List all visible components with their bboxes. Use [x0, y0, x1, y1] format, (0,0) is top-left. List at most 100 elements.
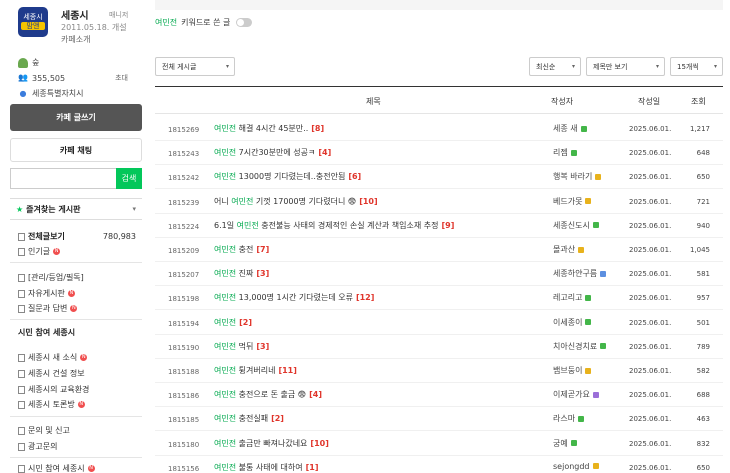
post-author[interactable]: 이제곧가요: [553, 389, 599, 400]
menu-inquiry[interactable]: 문의 및 신고: [18, 425, 142, 436]
favorite-boards-header[interactable]: ★ 즐겨찾는 게시판 ▾: [10, 198, 142, 220]
menu-sejong-news[interactable]: 세종시 새 소식 N: [18, 352, 142, 363]
author-name: 이제곧가요: [553, 390, 590, 400]
menu-popular[interactable]: 인기글 N: [18, 246, 142, 257]
author-name: 이세종이: [553, 317, 583, 327]
comment-count[interactable]: [11]: [278, 366, 296, 375]
post-title-link[interactable]: 여민전 먹뒤 [3]: [214, 341, 269, 352]
table-row[interactable]: 1815239 어니 여민전 기껏 17000명 기다렸더니 😨 [10] 베드가못 2…: [155, 190, 723, 214]
menu-qna[interactable]: 질문과 답변 N: [18, 303, 142, 314]
post-author[interactable]: 리젬: [553, 147, 577, 158]
menu-education[interactable]: 세종시의 교육환경: [18, 384, 142, 395]
comment-count[interactable]: [6]: [348, 172, 361, 181]
post-author[interactable]: 뱀브둥이: [553, 365, 592, 376]
chevron-down-icon[interactable]: ▾: [132, 205, 136, 213]
post-views: 721: [696, 197, 710, 206]
post-author[interactable]: 이세종이: [553, 317, 592, 328]
comment-count[interactable]: [2]: [239, 318, 252, 327]
post-title-link[interactable]: 여민전 7시간30분만에 성공ㅋ [4]: [214, 147, 331, 158]
table-row[interactable]: 1815190 여민전 먹뒤 [3] 치아신경치료 2025.06.01. 789: [155, 335, 723, 359]
post-author[interactable]: 라스마: [553, 413, 585, 424]
table-row[interactable]: 1815194 여민전 [2] 이세종이 2025.06.01. 501: [155, 311, 723, 335]
post-title-link[interactable]: 여민전 진짜 [3]: [214, 268, 269, 279]
post-title-link[interactable]: 여민전 해결 4시간 45분만.. [8]: [214, 123, 324, 134]
comment-count[interactable]: [1]: [306, 463, 319, 472]
sort-select[interactable]: 최신순 ▾: [529, 57, 581, 76]
member-level-icon: [578, 415, 585, 422]
table-row[interactable]: 1815269 여민전 해결 4시간 45분만.. [8] 세종 새 2025.06.0…: [155, 117, 723, 141]
post-title-link[interactable]: 여민전 13,000명 1시간 기다렸는데 오류 [12]: [214, 292, 374, 303]
table-row[interactable]: 1815207 여민전 진짜 [3] 세종하얀구름 2025.06.01. 581: [155, 262, 723, 287]
post-author[interactable]: 세종신도시: [553, 220, 599, 231]
post-author[interactable]: sejongdd: [553, 462, 599, 471]
cafe-search-input[interactable]: [10, 168, 116, 189]
post-author[interactable]: 궁예: [553, 438, 577, 449]
post-author[interactable]: 치아신경치료: [553, 341, 607, 352]
post-author[interactable]: 세종 새: [553, 123, 587, 134]
cafe-chat-button[interactable]: 카페 채팅: [10, 138, 142, 162]
menu-all-posts[interactable]: 전체글보기 780,983: [18, 231, 142, 242]
member-level-icon: [585, 198, 592, 205]
post-title-link[interactable]: 6.1일 여민전 충전불능 사태의 경제적인 손실 계산과 책임소재 추정 [9]: [214, 220, 454, 231]
post-title-link[interactable]: 여민전 [2]: [214, 317, 252, 328]
cafe-name[interactable]: 세종시: [61, 7, 89, 22]
table-row[interactable]: 1815188 여민전 튕겨버리네 [11] 뱀브둥이 2025.06.01. 582: [155, 359, 723, 383]
menu-citizen[interactable]: 시민 참여 세종시 N: [18, 463, 142, 473]
board-filter-select[interactable]: 전체 게시글 ▾: [155, 57, 235, 76]
post-title-link[interactable]: 여민전 13000명 기다렸는데..충전안됨 [6]: [214, 171, 361, 182]
post-title-link[interactable]: 어니 여민전 기껏 17000명 기다렸더니 😨 [10]: [214, 196, 378, 207]
post-title-text: 충전실패: [236, 414, 269, 424]
menu-debate[interactable]: 세종시 토론방 N: [18, 399, 142, 410]
post-author[interactable]: 몰과산: [553, 244, 585, 255]
post-author[interactable]: 베드가못: [553, 196, 592, 207]
table-row[interactable]: 1815185 여민전 충전실패 [2] 라스마 2025.06.01. 463: [155, 407, 723, 432]
post-title-link[interactable]: 여민전 충전실패 [2]: [214, 413, 284, 424]
comment-count[interactable]: [4]: [309, 390, 322, 399]
comment-count[interactable]: [8]: [311, 124, 324, 133]
menu-notice[interactable]: [관리/등업/필독]: [18, 272, 142, 283]
menu-construction-info[interactable]: 세종시 건설 정보: [18, 368, 142, 379]
comment-count[interactable]: [2]: [271, 414, 284, 423]
view-mode-select[interactable]: 제목만 보기 ▾: [586, 57, 665, 76]
table-row[interactable]: 1815209 여민전 충전 [7] 몰과산 2025.06.01. 1,045: [155, 238, 723, 262]
table-row[interactable]: 1815180 여민전 출금만 빠져나갔네요 [10] 궁예 2025.06.01. 83…: [155, 432, 723, 456]
keyword-toggle[interactable]: [236, 18, 253, 27]
post-title-text: 튕겨버리네: [236, 366, 276, 375]
post-title-link[interactable]: 여민전 튕겨버리네 [11]: [214, 365, 297, 376]
post-title-link[interactable]: 여민전 충전 [7]: [214, 244, 269, 255]
post-date: 2025.06.01.: [629, 270, 672, 279]
comment-count[interactable]: [9]: [441, 221, 454, 230]
post-author[interactable]: 행복 바라기: [553, 171, 602, 182]
comment-count[interactable]: [7]: [256, 245, 269, 254]
cafe-search-button[interactable]: 검색: [116, 168, 142, 189]
table-row[interactable]: 1815243 여민전 7시간30분만에 성공ㅋ [4] 리젬 2025.06.01. 6…: [155, 141, 723, 166]
cafe-intro-link[interactable]: 카페소개: [61, 34, 90, 45]
post-author[interactable]: 레고리고: [553, 292, 592, 303]
invite-link[interactable]: 초대: [115, 73, 128, 83]
table-row[interactable]: 1815198 여민전 13,000명 1시간 기다렸는데 오류 [12] 레고리고 2…: [155, 286, 723, 311]
post-title-link[interactable]: 여민전 불통 사태에 대하여 [1]: [214, 462, 319, 473]
comment-count[interactable]: [12]: [356, 293, 374, 302]
comment-count[interactable]: [4]: [318, 148, 331, 157]
comment-count[interactable]: [10]: [310, 439, 328, 448]
board-icon: [18, 426, 25, 435]
menu-free-board[interactable]: 자유게시판 N: [18, 288, 142, 299]
table-row[interactable]: 1815186 여민전 충전으로 돈 출금 😨 [4] 이제곧가요 2025.06.01…: [155, 383, 723, 408]
table-row[interactable]: 1815242 여민전 13000명 기다렸는데..충전안됨 [6] 행복 바라기 20…: [155, 165, 723, 190]
post-author[interactable]: 세종하얀구름: [553, 268, 607, 279]
new-badge-icon: N: [67, 290, 75, 297]
comment-count[interactable]: [3]: [256, 342, 269, 351]
table-row[interactable]: 1815156 여민전 불통 사태에 대하여 [1] sejongdd 2025.06.…: [155, 456, 723, 473]
comment-count[interactable]: [3]: [256, 269, 269, 278]
post-title-link[interactable]: 여민전 충전으로 돈 출금 😨 [4]: [214, 389, 322, 400]
cafe-logo[interactable]: 세종시 맘앤: [18, 7, 48, 37]
cafe-write-button[interactable]: 카페 글쓰기: [10, 104, 142, 131]
menu-ad-inquiry[interactable]: 광고문의: [18, 441, 142, 452]
post-title-link[interactable]: 여민전 출금만 빠져나갔네요 [10]: [214, 438, 329, 449]
page-size-select[interactable]: 15개씩 ▾: [670, 57, 723, 76]
post-title-text: 해결 4시간 45분만..: [236, 124, 309, 133]
comment-count[interactable]: [10]: [359, 197, 377, 206]
post-views: 1,045: [689, 246, 710, 254]
post-views: 789: [696, 342, 710, 351]
table-row[interactable]: 1815224 6.1일 여민전 충전불능 사태의 경제적인 손실 계산과 책임소…: [155, 214, 723, 238]
